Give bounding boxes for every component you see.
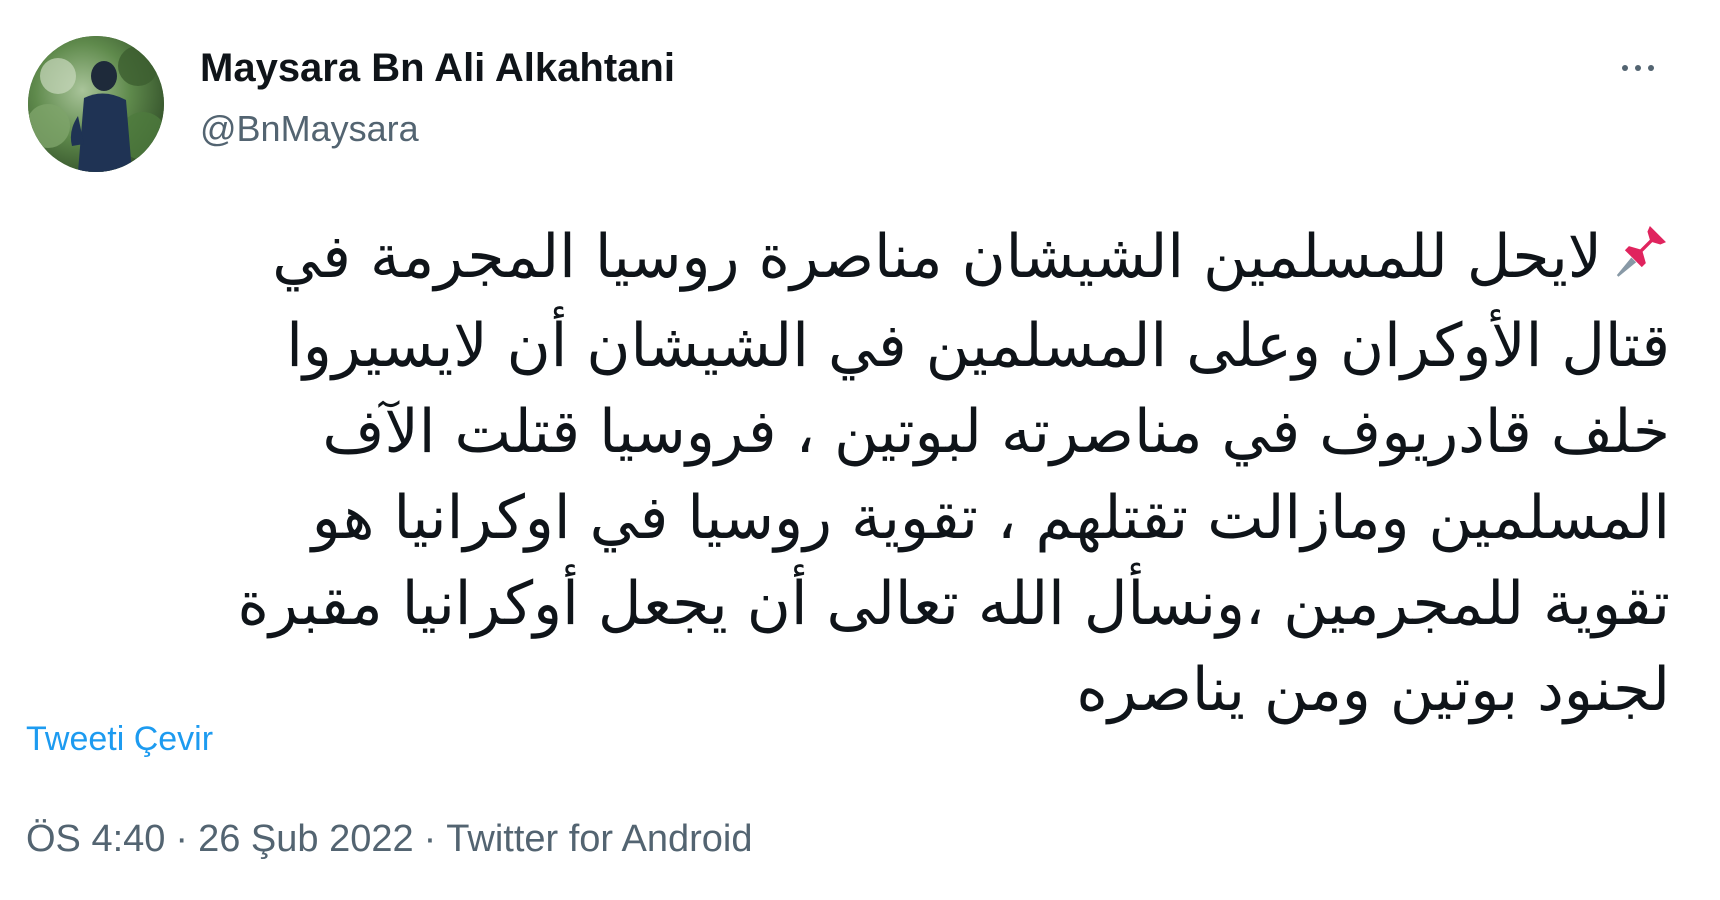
tweet-meta: ÖS 4:40 · 26 Şub 2022 · Twitter for Android — [26, 818, 753, 861]
more-dot-icon — [1648, 65, 1654, 71]
tweet-line: لجنود بوتين ومن يناصره — [1076, 655, 1670, 726]
tweet-text: لايحل للمسلمين الشيشان مناصرة روسيا المج… — [70, 214, 1670, 733]
avatar[interactable] — [28, 36, 164, 172]
more-options-button[interactable] — [1608, 48, 1668, 88]
tweet-line: تقوية للمجرمين ،ونسأل الله تعالى أن يجعل… — [237, 569, 1670, 640]
tweet-line: المسلمين ومازالت تقتلهم ، تقوية روسيا في… — [311, 483, 1670, 554]
meta-separator: · — [175, 818, 189, 860]
tweet-line: خلف قادريوف في مناصرته لبوتين ، فروسيا ق… — [322, 397, 1670, 468]
translate-tweet-link[interactable]: Tweeti Çevir — [26, 720, 213, 759]
tweet-line: لايحل للمسلمين الشيشان مناصرة روسيا المج… — [70, 214, 1670, 303]
display-name[interactable]: Maysara Bn Ali Alkahtani — [200, 46, 675, 91]
tweet-date[interactable]: 26 Şub 2022 — [198, 818, 414, 860]
user-handle[interactable]: @BnMaysara — [200, 108, 419, 150]
pushpin-icon — [1612, 217, 1670, 303]
tweet-source[interactable]: Twitter for Android — [446, 818, 752, 860]
tweet-time[interactable]: ÖS 4:40 — [26, 818, 165, 860]
tweet-line: قتال الأوكران وعلى المسلمين في الشيشان أ… — [286, 311, 1670, 382]
more-dot-icon — [1635, 65, 1641, 71]
avatar-image — [28, 36, 164, 172]
meta-separator: · — [423, 818, 437, 860]
tweet-card: Maysara Bn Ali Alkahtani @BnMaysara لايح… — [0, 0, 1720, 900]
more-dot-icon — [1622, 65, 1628, 71]
tweet-line-text: لايحل للمسلمين الشيشان مناصرة روسيا المج… — [272, 222, 1602, 292]
